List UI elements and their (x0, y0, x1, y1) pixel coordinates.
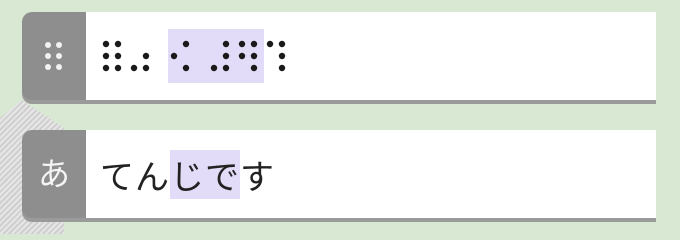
braille-panel (22, 12, 656, 100)
kana-tab-label: あ (37, 155, 70, 193)
braille-dot (102, 52, 110, 60)
kana-text-highlight: じで (170, 149, 240, 199)
braille-dot (102, 40, 110, 48)
braille-dot (250, 64, 258, 72)
braille-space (196, 36, 208, 76)
braille-dot (114, 64, 122, 72)
braille-dot (182, 64, 190, 72)
braille-dot (238, 40, 246, 48)
braille-dot (250, 40, 258, 48)
braille-dot (222, 64, 230, 72)
braille-dot (182, 40, 190, 48)
kana-tab[interactable]: あ (22, 130, 86, 218)
kana-text: てん じです (100, 149, 275, 199)
braille-dot (170, 52, 178, 60)
kana-text-after: す (240, 157, 275, 198)
braille-dot (114, 40, 122, 48)
braille-dot (210, 64, 218, 72)
braille-dot (266, 40, 274, 48)
braille-cells (100, 29, 292, 83)
braille-dot (278, 64, 286, 72)
braille-cell (238, 40, 258, 72)
braille-dots-icon (45, 42, 62, 70)
braille-dot (238, 52, 246, 60)
braille-dot (222, 40, 230, 48)
braille-dot (250, 52, 258, 60)
braille-dot (278, 40, 286, 48)
kana-panel: あ てん じです (22, 130, 656, 218)
braille-cell (210, 40, 230, 72)
braille-dot (278, 52, 286, 60)
braille-dot (130, 64, 138, 72)
braille-dot (222, 52, 230, 60)
braille-space (156, 36, 168, 76)
braille-dot (142, 52, 150, 60)
app-root: { "braille_panel": { "icon": "braille-do… (0, 0, 680, 234)
braille-output[interactable] (86, 12, 656, 100)
braille-dot (142, 64, 150, 72)
braille-cell (102, 40, 122, 72)
braille-highlight (168, 29, 264, 83)
kana-text-before: てん (100, 157, 170, 198)
braille-cell (170, 40, 190, 72)
braille-cell (130, 52, 150, 72)
braille-cell (266, 40, 286, 72)
braille-dot (102, 64, 110, 72)
braille-tab[interactable] (22, 12, 86, 100)
kana-input[interactable]: てん じです (86, 130, 656, 218)
braille-dot (114, 52, 122, 60)
